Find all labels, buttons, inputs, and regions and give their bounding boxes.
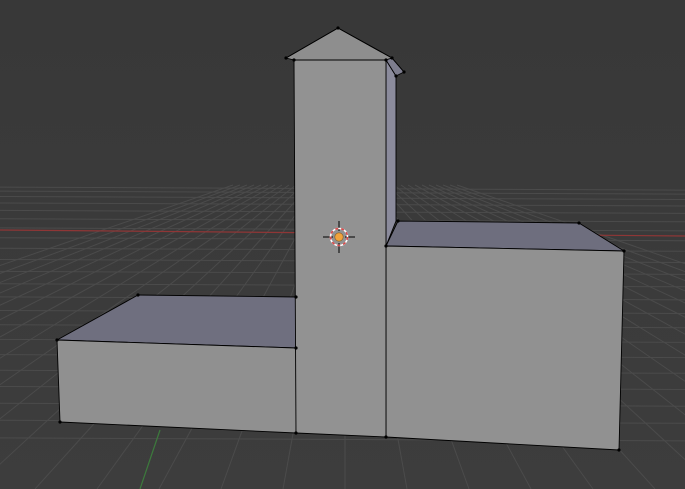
3d-viewport[interactable] bbox=[0, 0, 685, 489]
mesh-vertex[interactable] bbox=[384, 58, 388, 62]
mesh-vertex[interactable] bbox=[402, 70, 406, 74]
mesh-vertex[interactable] bbox=[396, 219, 400, 223]
mesh-vertex[interactable] bbox=[294, 346, 298, 350]
mesh-vertex[interactable] bbox=[617, 448, 621, 452]
mesh-vertex[interactable] bbox=[136, 293, 140, 297]
tower-front-face[interactable] bbox=[293, 59, 387, 438]
mesh-vertex[interactable] bbox=[294, 295, 298, 299]
mesh-vertex[interactable] bbox=[55, 338, 59, 342]
right-wing-front-face[interactable] bbox=[385, 245, 625, 451]
mesh-vertex[interactable] bbox=[292, 58, 296, 62]
left-wing-front-face[interactable] bbox=[56, 339, 297, 434]
mesh-vertex[interactable] bbox=[58, 420, 62, 424]
mesh-vertex[interactable] bbox=[384, 244, 388, 248]
mesh-vertex[interactable] bbox=[294, 431, 298, 435]
viewport-canvas[interactable] bbox=[0, 0, 685, 489]
mesh-vertex[interactable] bbox=[284, 56, 288, 60]
tower-side-face[interactable] bbox=[385, 59, 397, 247]
mesh-vertex[interactable] bbox=[622, 249, 626, 253]
mesh-vertex[interactable] bbox=[394, 74, 398, 78]
mesh-vertex[interactable] bbox=[390, 56, 394, 60]
mesh-vertex[interactable] bbox=[336, 26, 340, 30]
mesh-vertex[interactable] bbox=[577, 221, 581, 225]
mesh-vertex[interactable] bbox=[384, 435, 388, 439]
